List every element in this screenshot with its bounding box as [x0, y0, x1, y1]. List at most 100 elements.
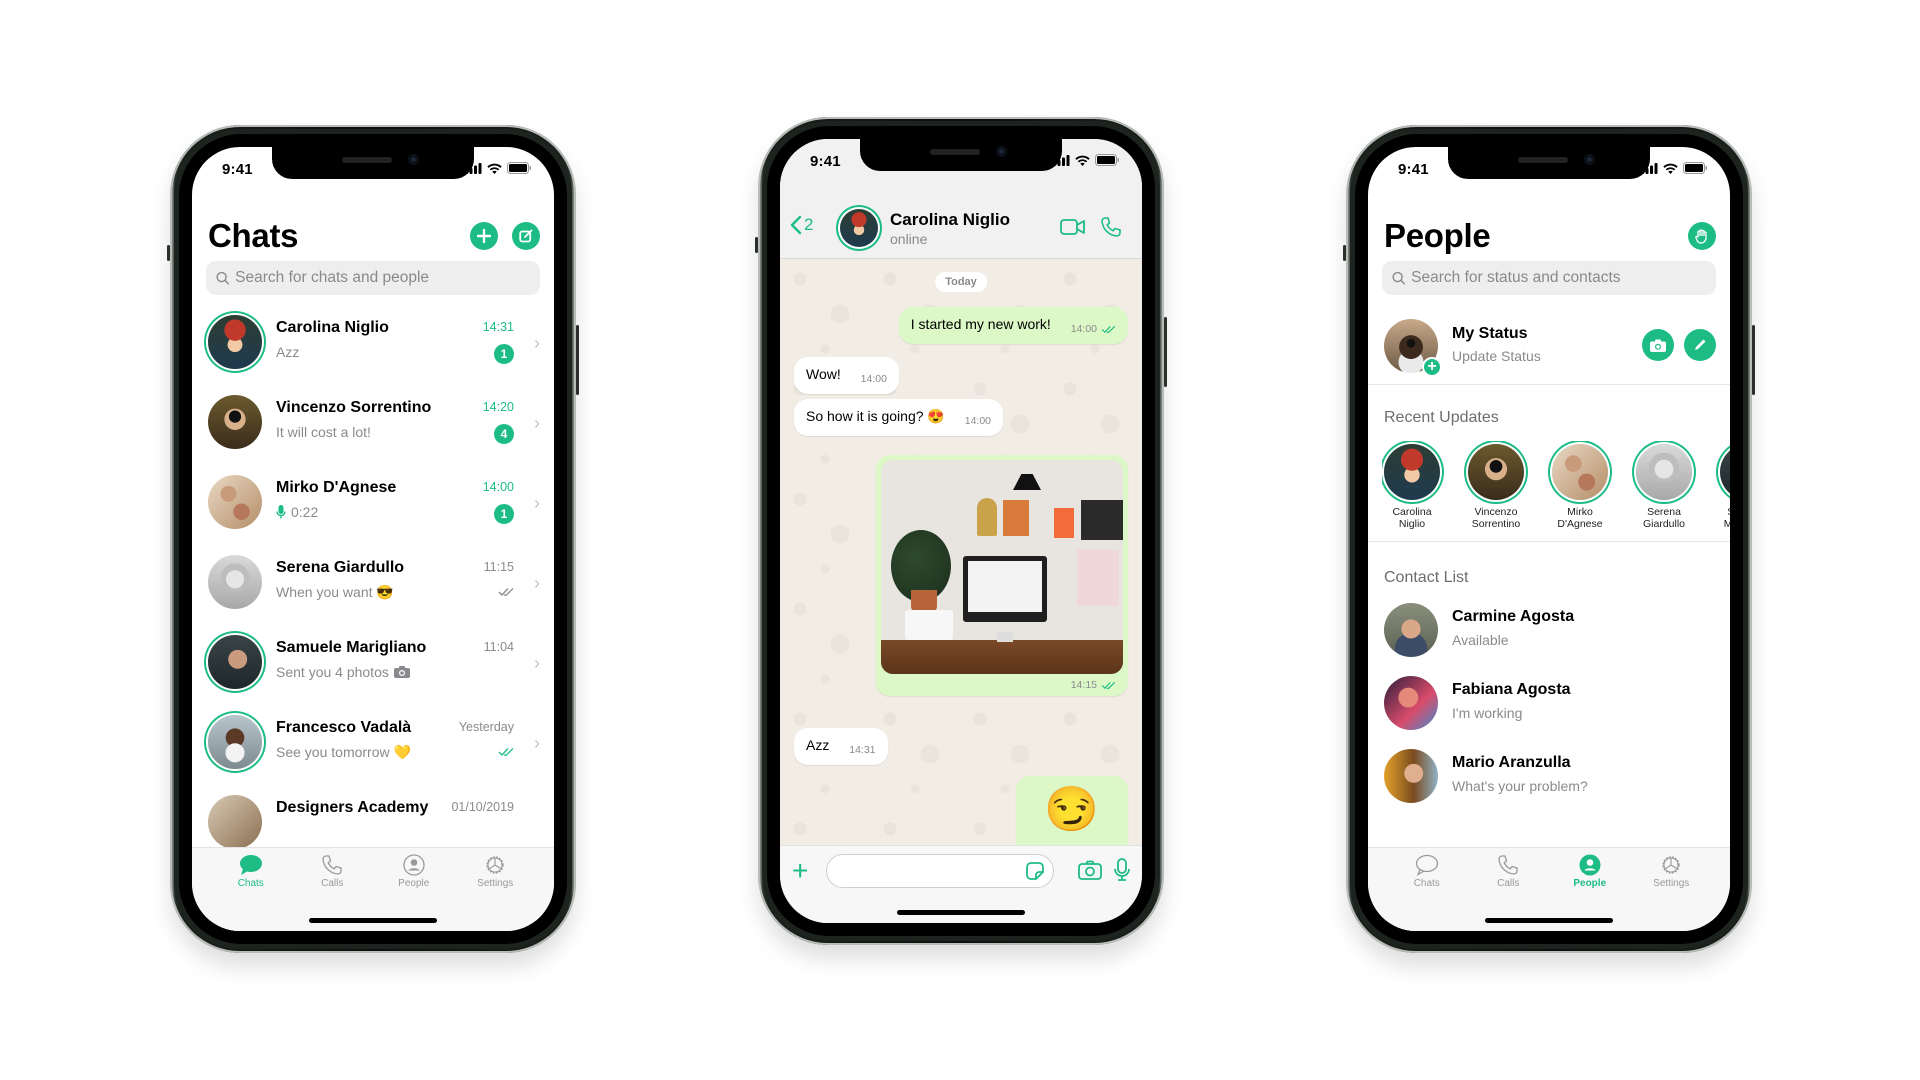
chat-name: Mirko D'Agnese: [276, 479, 397, 496]
screen: 9:41 2 Carolina Niglio online Today I st…: [780, 139, 1142, 923]
screen: 9:41 People + My Status Update Status: [1368, 147, 1730, 931]
contact-row[interactable]: Carmine Agosta Available: [1368, 599, 1730, 672]
photo-attachment[interactable]: [881, 460, 1123, 674]
tab-label: Calls: [1497, 878, 1520, 889]
tab-settings[interactable]: Settings: [460, 854, 530, 931]
message-incoming[interactable]: Azz 14:31: [794, 728, 888, 765]
message-incoming[interactable]: Wow! 14:00: [794, 357, 899, 394]
chat-row[interactable]: Serena Giardullo When you want 😎 11:15 ›: [192, 545, 554, 625]
chat-preview: When you want 😎: [276, 584, 394, 601]
story-name: Vincenzo Sorrentino: [1471, 506, 1521, 530]
chevron-right-icon: ›: [534, 493, 540, 513]
contact-row[interactable]: Fabiana Agosta I'm working: [1368, 672, 1730, 745]
tab-chats[interactable]: Chats: [216, 854, 286, 931]
contact-avatar[interactable]: [840, 209, 878, 247]
message-time: 14:00: [1070, 323, 1097, 335]
mute-switch: [755, 237, 758, 253]
chat-time: 14:31: [482, 320, 514, 334]
message-photo[interactable]: 14:15: [876, 455, 1128, 696]
wave-button[interactable]: [1688, 222, 1716, 250]
phone-icon: [1498, 855, 1518, 875]
search-input[interactable]: [235, 269, 540, 287]
avatar: [1384, 603, 1438, 657]
search-input[interactable]: [1411, 269, 1716, 287]
photo-poster: [1003, 500, 1029, 536]
sticker-icon[interactable]: [1025, 861, 1045, 881]
message-input[interactable]: [839, 855, 1019, 887]
video-call-icon[interactable]: [1060, 218, 1086, 236]
mute-switch: [167, 245, 170, 261]
gear-icon: [1662, 856, 1680, 874]
photo-mirror: [977, 498, 997, 536]
chat-bubble-icon: [239, 855, 262, 875]
search-bar[interactable]: [206, 261, 540, 295]
message-text: Wow!: [806, 366, 841, 382]
battery-icon: [1095, 154, 1119, 166]
message-incoming[interactable]: So how it is going? 😍 14:00: [794, 399, 1004, 436]
wifi-icon: [487, 163, 502, 174]
contact-status: I'm working: [1452, 705, 1523, 721]
chat-preview: Azz: [276, 344, 299, 360]
message-outgoing[interactable]: I started my new work! 14:00: [898, 307, 1128, 344]
story-item[interactable]: Vincenzo Sorrentino: [1466, 441, 1526, 541]
story-item[interactable]: Carolina Niglio: [1382, 441, 1442, 541]
text-status-button[interactable]: [1684, 329, 1716, 361]
status-time: 9:41: [222, 161, 253, 178]
compose-icon: [519, 229, 533, 243]
home-indicator: [897, 910, 1025, 915]
story-item[interactable]: SamueleMarigliano: [1718, 441, 1730, 541]
message-time: 14:31: [849, 744, 876, 756]
contact-name[interactable]: Carolina Niglio: [890, 210, 1010, 230]
chat-preview-text: It will cost a lot!: [276, 424, 371, 440]
my-status-row[interactable]: + My Status Update Status: [1368, 305, 1730, 385]
photo-box: [905, 610, 953, 640]
chat-name: Vincenzo Sorrentino: [276, 399, 432, 416]
new-chat-button[interactable]: [470, 222, 498, 250]
tab-chats[interactable]: Chats: [1392, 854, 1462, 931]
chat-name: Carolina Niglio: [276, 319, 389, 336]
back-button[interactable]: 2: [790, 215, 813, 235]
camera-icon[interactable]: [1078, 860, 1102, 880]
page-title: People: [1384, 217, 1491, 254]
contact-row[interactable]: Mario Aranzulla What's your problem?: [1368, 745, 1730, 818]
message-input-field[interactable]: [826, 854, 1054, 888]
story-item[interactable]: Serena Giardullo: [1634, 441, 1694, 541]
tab-settings[interactable]: Settings: [1636, 854, 1706, 931]
recent-updates-title: Recent Updates: [1384, 409, 1499, 426]
avatar: [208, 555, 262, 609]
microphone-icon[interactable]: [1114, 858, 1130, 882]
avatar: [1384, 676, 1438, 730]
add-status-icon[interactable]: +: [1422, 357, 1442, 377]
phone-icon[interactable]: [1100, 216, 1122, 238]
story-name: Mirko D'Agnese: [1557, 506, 1603, 530]
chat-row[interactable]: Mirko D'Agnese 0:22 14:00 1 ›: [192, 465, 554, 545]
photo-lamp: [1013, 474, 1041, 490]
notch: [272, 147, 474, 179]
avatar: [208, 715, 262, 769]
chat-preview-text: Sent you 4 photos: [276, 664, 389, 680]
story-item[interactable]: Mirko D'Agnese: [1550, 441, 1610, 541]
message-time: 14:00: [964, 415, 992, 427]
search-bar[interactable]: [1382, 261, 1716, 295]
recent-updates: Carolina Niglio Vincenzo Sorrentino Mirko D…: [1382, 441, 1730, 541]
story-name: Serena Giardullo: [1642, 506, 1686, 530]
chat-row[interactable]: Vincenzo Sorrentino It will cost a lot! …: [192, 385, 554, 465]
attach-plus-icon[interactable]: +: [792, 857, 808, 885]
chat-row[interactable]: Samuele Marigliano Sent you 4 photos 11:…: [192, 625, 554, 705]
message-time: 14:00: [860, 373, 887, 385]
gear-icon: [486, 856, 504, 874]
contact-name: Mario Aranzulla: [1452, 754, 1571, 771]
tab-label: People: [398, 878, 430, 889]
unread-badge: 4: [494, 424, 514, 444]
chat-time: 01/10/2019: [451, 800, 514, 814]
compose-button[interactable]: [512, 222, 540, 250]
chat-time: 14:20: [482, 400, 514, 414]
double-check-icon: [498, 588, 514, 596]
chat-name: Serena Giardullo: [276, 559, 405, 576]
chat-time: 14:00: [482, 480, 514, 494]
chat-row[interactable]: Carolina Niglio Azz 14:31 1 ›: [192, 305, 554, 385]
chat-row[interactable]: Francesco Vadalà See you tomorrow 💛 Yest…: [192, 705, 554, 785]
chat-preview: 0:22: [276, 504, 318, 520]
divider: [1368, 541, 1730, 542]
camera-status-button[interactable]: [1642, 329, 1674, 361]
